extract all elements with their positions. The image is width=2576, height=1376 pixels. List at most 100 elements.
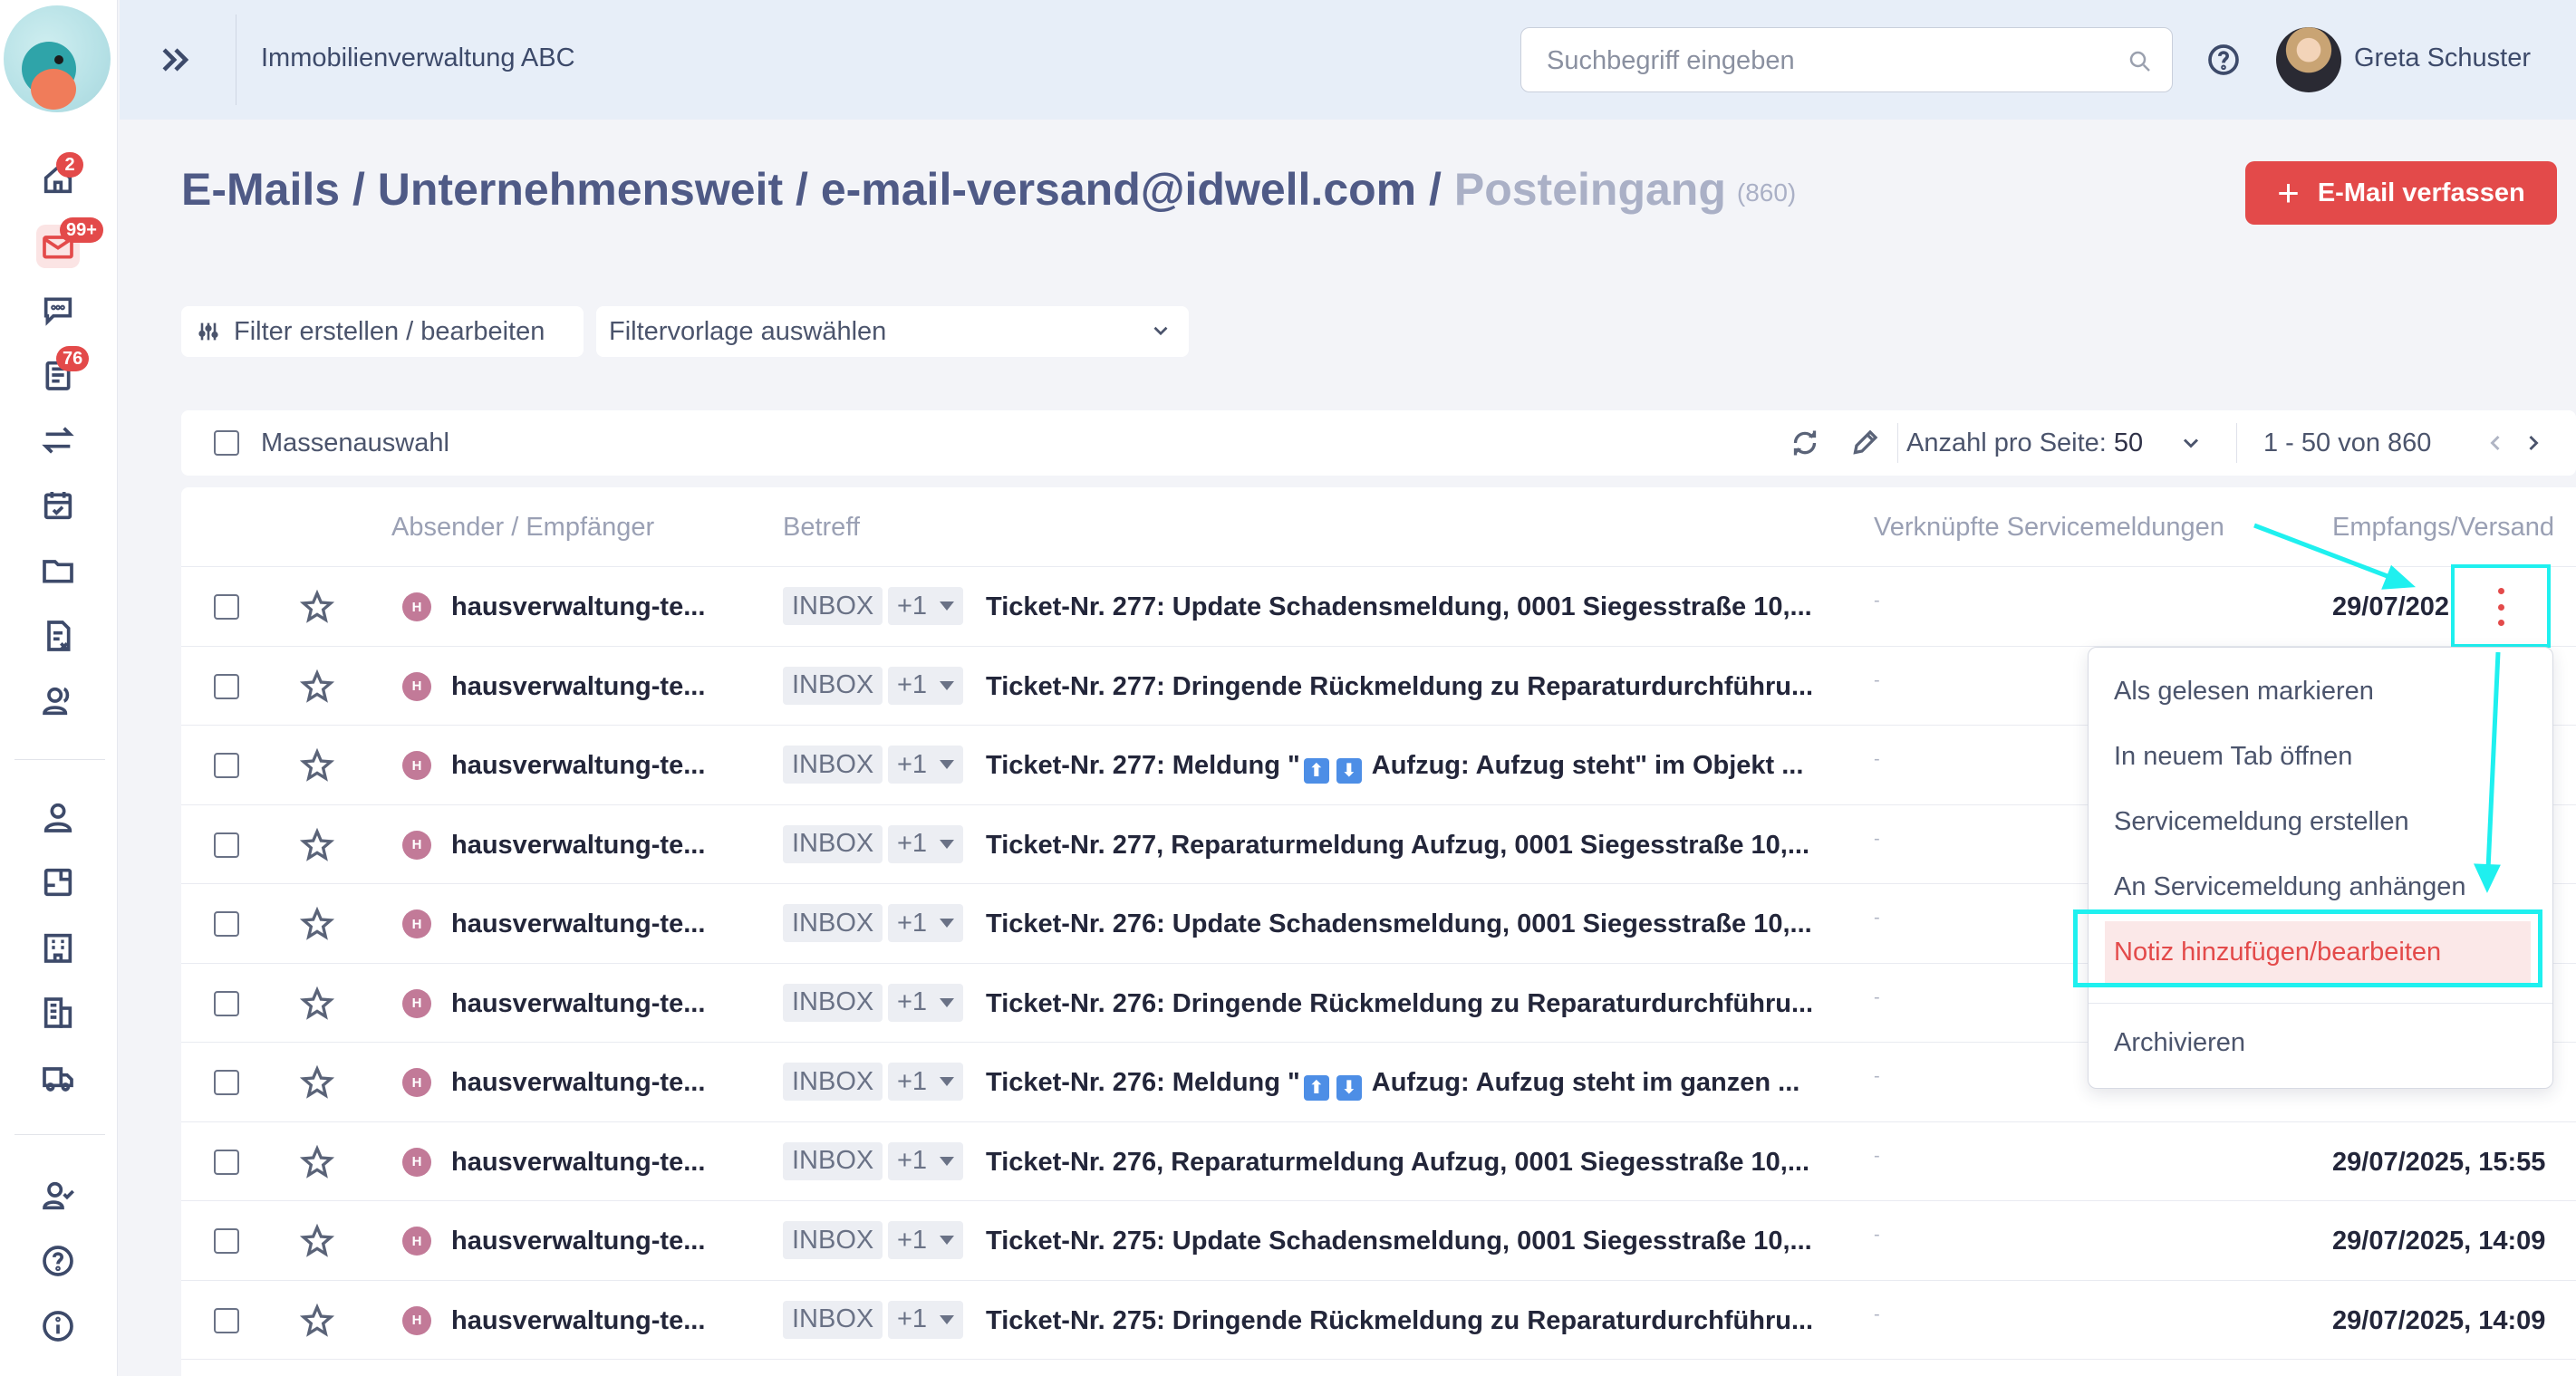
previous-page-icon[interactable] [2483, 430, 2508, 456]
column-subject[interactable]: Betreff [783, 513, 860, 543]
menu-archive[interactable]: Archivieren [2114, 1028, 2245, 1058]
folder-icon[interactable] [36, 549, 80, 592]
more-folders-chip[interactable]: +1 [888, 904, 964, 942]
tickets-badge: 76 [56, 346, 90, 371]
linked-service: - [1874, 1066, 1880, 1086]
compose-email-button[interactable]: + E-Mail verfassen [2245, 161, 2557, 225]
pencil-icon[interactable] [1848, 427, 1881, 459]
mail-badge: 99+ [60, 217, 103, 243]
star-icon[interactable] [299, 827, 335, 863]
column-sender[interactable]: Absender / Empfänger [391, 513, 654, 543]
contacts-icon[interactable] [36, 679, 80, 723]
more-folders-chip[interactable]: +1 [888, 1063, 964, 1101]
breadcrumb: E-Mails / Unternehmensweit / e-mail-vers… [181, 163, 1796, 216]
more-folders-chip[interactable]: +1 [888, 824, 964, 863]
row-checkbox[interactable] [214, 1307, 239, 1333]
per-page-selector[interactable]: Anzahl pro Seite: 50 [1906, 428, 2143, 458]
sender-avatar: H [402, 592, 431, 621]
pagination-range: 1 - 50 von 860 [2263, 428, 2432, 457]
app-logo[interactable] [4, 5, 111, 112]
person-icon[interactable] [36, 795, 80, 839]
table-row[interactable]: H hausverwaltung-te... INBOX +1 Ticket-N… [181, 1281, 2576, 1360]
sender: hausverwaltung-te... [451, 751, 706, 780]
caret-down-icon [940, 1314, 955, 1324]
board-icon[interactable] [36, 861, 80, 904]
star-icon[interactable] [299, 906, 335, 942]
breadcrumb-emails[interactable]: E-Mails [181, 164, 340, 215]
more-folders-chip[interactable]: +1 [888, 666, 964, 705]
subject: Ticket-Nr. 275: Dringende Rückmeldung zu… [986, 1305, 1814, 1335]
menu-mark-read[interactable]: Als gelesen markieren [2114, 677, 2374, 707]
help-icon[interactable] [2205, 42, 2242, 78]
star-icon[interactable] [299, 589, 335, 625]
breadcrumb-account[interactable]: e-mail-versand@idwell.com [821, 164, 1416, 215]
breadcrumb-company[interactable]: Unternehmensweit [378, 164, 783, 215]
more-folders-chip[interactable]: +1 [888, 983, 964, 1022]
calendar-icon[interactable] [36, 484, 80, 527]
star-icon[interactable] [299, 1303, 335, 1339]
row-checkbox[interactable] [214, 673, 239, 699]
edit-filter-label: Filter erstellen / bearbeiten [234, 316, 545, 346]
sender: hausverwaltung-te... [451, 988, 706, 1018]
row-actions-highlight [2451, 564, 2551, 648]
row-checkbox[interactable] [214, 1228, 239, 1254]
row-checkbox[interactable] [214, 594, 239, 620]
row-checkbox[interactable] [214, 911, 239, 937]
star-icon[interactable] [299, 1223, 335, 1259]
menu-attach-service-report[interactable]: An Servicemeldung anhängen [2114, 872, 2466, 902]
transfer-icon[interactable] [36, 419, 80, 462]
invoice-icon[interactable] [36, 614, 80, 658]
subject: Ticket-Nr. 276: Dringende Rückmeldung zu… [986, 988, 1814, 1018]
help-circle-icon[interactable] [36, 1239, 80, 1283]
menu-create-service-report[interactable]: Servicemeldung erstellen [2114, 807, 2409, 837]
row-checkbox[interactable] [214, 753, 239, 778]
row-checkbox[interactable] [214, 1149, 239, 1175]
more-vertical-icon[interactable] [2487, 584, 2514, 630]
select-all-checkbox[interactable] [214, 430, 239, 456]
next-page-icon[interactable] [2521, 430, 2546, 456]
star-icon[interactable] [299, 669, 335, 705]
apartments-icon[interactable] [36, 991, 80, 1034]
down-arrow-icon: ⬇ [1336, 758, 1362, 784]
expand-sidebar-icon[interactable] [156, 40, 196, 80]
star-icon[interactable] [299, 1064, 335, 1101]
user-avatar[interactable] [2276, 27, 2341, 92]
column-date[interactable]: Empfangs/Versand [2332, 513, 2554, 543]
more-folders-count: +1 [897, 908, 928, 938]
chevron-down-icon[interactable] [2178, 430, 2204, 456]
search-icon[interactable] [2127, 48, 2154, 75]
table-row[interactable]: H hausverwaltung-te... INBOX +1 Ticket-N… [181, 1201, 2576, 1281]
star-icon[interactable] [299, 986, 335, 1022]
table-row[interactable]: H hausverwaltung-te... INBOX +1 Ticket-N… [181, 1122, 2576, 1201]
more-folders-chip[interactable]: +1 [888, 1141, 964, 1180]
subject-start: Ticket-Nr. 277: Meldung " [986, 751, 1300, 780]
star-icon[interactable] [299, 747, 335, 784]
search-input[interactable] [1547, 44, 2108, 77]
row-checkbox[interactable] [214, 990, 239, 1016]
user-check-icon[interactable] [36, 1174, 80, 1217]
select-all-label[interactable]: Massenauswahl [261, 428, 449, 458]
star-icon[interactable] [299, 1144, 335, 1180]
row-checkbox[interactable] [214, 1070, 239, 1095]
column-linked[interactable]: Verknüpfte Servicemeldungen [1874, 513, 2224, 543]
more-folders-chip[interactable]: +1 [888, 746, 964, 784]
toolbar-divider [2236, 423, 2237, 463]
row-checkbox[interactable] [214, 832, 239, 858]
filter-preset-select[interactable]: Filtervorlage auswählen [596, 306, 1189, 357]
sender-avatar: H [402, 988, 431, 1018]
refresh-icon[interactable] [1789, 427, 1821, 459]
more-folders-chip[interactable]: +1 [888, 1300, 964, 1339]
edit-filter-button[interactable]: Filter erstellen / bearbeiten [181, 306, 584, 357]
menu-open-new-tab[interactable]: In neuem Tab öffnen [2114, 742, 2352, 772]
info-icon[interactable] [36, 1304, 80, 1348]
more-folders-chip[interactable]: +1 [888, 1221, 964, 1259]
more-folders-count: +1 [897, 1146, 928, 1175]
user-name[interactable]: Greta Schuster [2354, 43, 2531, 73]
table-row[interactable]: H hausverwaltung-te... INBOX +1 Ticket-N… [181, 567, 2576, 647]
more-folders-chip[interactable]: +1 [888, 587, 964, 625]
building-icon[interactable] [36, 926, 80, 969]
truck-icon[interactable] [36, 1056, 80, 1100]
table-header: Absender / Empfänger Betreff Verknüpfte … [181, 487, 2576, 567]
more-folders-count: +1 [897, 670, 928, 699]
chat-icon[interactable] [36, 288, 80, 332]
